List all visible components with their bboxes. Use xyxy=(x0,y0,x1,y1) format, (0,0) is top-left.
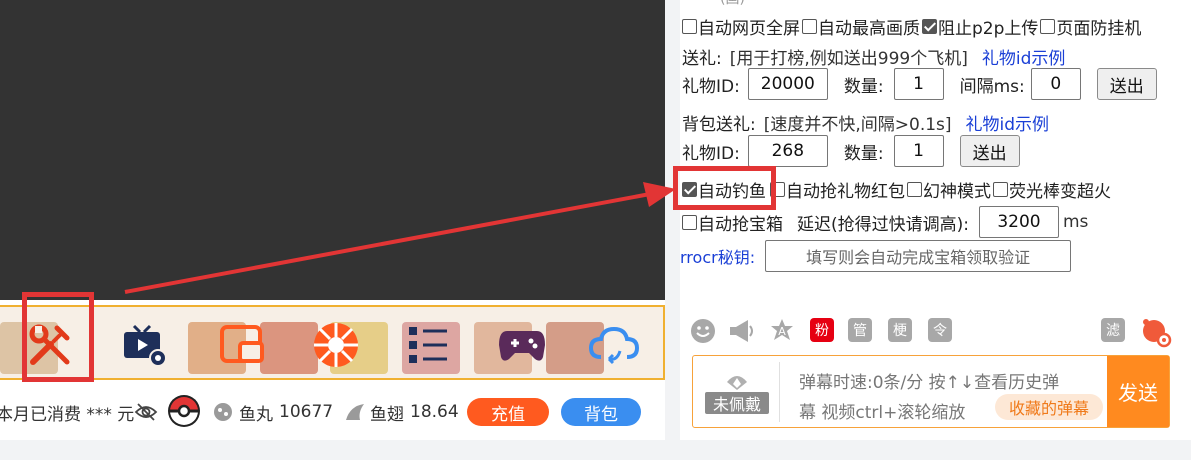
tool-strip xyxy=(0,305,665,380)
chat-hint-line-2: 幕 视频ctrl+滚轮缩放 xyxy=(799,403,966,423)
gift-qty-input[interactable]: 1 xyxy=(893,68,944,100)
rrocr-label: rrocr秘钥: xyxy=(680,248,756,267)
auto-treasure-label: 自动抢宝箱 xyxy=(698,214,783,235)
chat-divider xyxy=(779,362,780,422)
badge-label: 未佩戴 xyxy=(712,395,761,414)
treasure-delay-input[interactable]: 3200 xyxy=(979,206,1059,238)
gift-section-note: [用于打榜,例如送出999个飞机] xyxy=(729,49,968,69)
svg-text:A: A xyxy=(778,325,786,338)
command-button[interactable]: 令 xyxy=(928,318,952,342)
bag-gift-qty-input[interactable]: 1 xyxy=(893,135,944,167)
backpack-button[interactable]: 背包 xyxy=(561,398,641,426)
auto-fullscreen-checkbox[interactable] xyxy=(682,19,697,34)
anti-idle-label: 页面防挂机 xyxy=(1056,19,1142,39)
bag-gift-section-label: 背包送礼: xyxy=(682,115,756,135)
fan-badge-slot[interactable]: 未佩戴 xyxy=(701,372,773,416)
bag-gift-form-row: 礼物ID: 268 数量: 1 送出 xyxy=(682,135,1020,167)
lollipop-wheel-icon[interactable] xyxy=(306,317,366,373)
bag-gift-section-note: [速度并不快,间隔>0.1s] xyxy=(763,115,952,135)
gift-section-header: 送礼: [用于打榜,例如送出999个飞机] 礼物id示例 xyxy=(682,44,1065,69)
gift-interval-label: 间隔ms: xyxy=(959,76,1025,97)
manage-button[interactable]: 管 xyxy=(848,318,872,342)
gift-qty-label: 数量: xyxy=(843,76,884,97)
gift-id-example-link[interactable]: 礼物id示例 xyxy=(982,44,1066,69)
fishball-icon xyxy=(214,403,232,421)
rrocr-row: rrocr秘钥: 填写则会自动完成宝箱领取验证 xyxy=(680,240,1072,272)
treasure-delay-label: 延迟(抢得过快请调高): xyxy=(797,214,969,235)
video-player[interactable] xyxy=(0,0,665,300)
auto-treasure-checkbox[interactable] xyxy=(682,214,697,230)
bag-gift-send-button[interactable]: 送出 xyxy=(959,135,1020,167)
treasure-delay-unit: ms xyxy=(1063,212,1089,232)
bag-gift-id-example-link[interactable]: 礼物id示例 xyxy=(966,110,1050,135)
send-danmaku-button[interactable]: 发送 xyxy=(1107,356,1169,427)
fishfin-icon xyxy=(346,404,364,420)
megaphone-icon[interactable] xyxy=(728,318,756,348)
fishfin-label: 鱼翅 xyxy=(370,404,404,425)
chat-hint-line-1: 弹幕时速:0条/分 按↑↓查看历史弹 xyxy=(799,373,1060,393)
picture-in-picture-icon[interactable] xyxy=(212,317,272,373)
bag-gift-id-label: 礼物ID: xyxy=(682,143,740,164)
phantom-mode-label: 幻神模式 xyxy=(923,182,991,202)
level-badge-icon xyxy=(167,394,201,428)
fishball-value: 10677 xyxy=(279,402,334,422)
chat-tools-row: A 粉 管 梗 令 滤 xyxy=(690,318,1175,348)
gift-id-input[interactable]: 20000 xyxy=(747,68,828,100)
glowstick-superfire-label: 荧光棒变超火 xyxy=(1009,182,1111,202)
meme-button[interactable]: 梗 xyxy=(888,318,912,342)
tv-settings-icon[interactable] xyxy=(115,317,175,373)
monthly-spent-text: 本月已消费 *** 元 xyxy=(0,404,135,425)
danmaku-input-box[interactable]: 未佩戴 弹幕时速:0条/分 按↑↓查看历史弹 幕 视频ctrl+滚轮缩放 收藏的… xyxy=(692,355,1170,428)
anti-idle-checkbox[interactable] xyxy=(1040,19,1056,34)
filter-button[interactable]: 滤 xyxy=(1101,318,1125,342)
highlight-auto-fishing-box xyxy=(673,166,776,210)
eye-hidden-icon[interactable] xyxy=(134,402,158,422)
gift-form-row: 礼物ID: 20000 数量: 1 间隔ms: 0 送出 xyxy=(682,68,1157,100)
highlight-tool-box xyxy=(22,292,94,382)
top-partial-text: (国) xyxy=(720,0,745,8)
auto-quality-checkbox[interactable] xyxy=(802,19,817,34)
gamepad-icon[interactable] xyxy=(492,317,552,373)
auto-redpacket-label: 自动抢礼物红包 xyxy=(786,182,905,202)
fishfin-value: 18.64 xyxy=(410,402,459,422)
gift-section-label: 送礼: xyxy=(682,49,722,69)
rrocr-key-input[interactable]: 填写则会自动完成宝箱领取验证 xyxy=(765,240,1072,272)
phantom-mode-checkbox[interactable] xyxy=(907,182,922,197)
glowstick-superfire-checkbox[interactable] xyxy=(993,182,1008,197)
font-style-icon[interactable]: A xyxy=(769,318,795,348)
fishball-label: 鱼丸 xyxy=(239,404,273,425)
block-p2p-checkbox[interactable] xyxy=(922,19,937,34)
fire-effect-icon[interactable] xyxy=(1138,314,1172,352)
list-icon[interactable] xyxy=(398,317,458,373)
gift-interval-input[interactable]: 0 xyxy=(1030,68,1081,100)
gift-id-label: 礼物ID: xyxy=(682,76,740,97)
bag-gift-id-input[interactable]: 268 xyxy=(747,135,828,167)
fishfin-balance: 鱼翅 18.64 xyxy=(344,400,459,425)
favorite-danmaku-button[interactable]: 收藏的弹幕 xyxy=(995,394,1103,420)
cloud-sync-icon[interactable] xyxy=(584,317,644,373)
block-p2p-label: 阻止p2p上传 xyxy=(938,19,1039,39)
user-info-bar: 本月已消费 *** 元 鱼丸 10677 鱼翅 18.64 充值 背包 xyxy=(0,384,665,440)
options-row-1: 自动网页全屏 自动最高画质 阻止p2p上传 页面防挂机 xyxy=(682,14,1141,39)
fishball-balance: 鱼丸 10677 xyxy=(213,400,333,425)
fan-badge-button[interactable]: 粉 xyxy=(810,318,834,342)
page-root: 本月已消费 *** 元 鱼丸 10677 鱼翅 18.64 充值 背包 (国) … xyxy=(0,0,1191,460)
recharge-button[interactable]: 充值 xyxy=(467,398,549,426)
auto-fullscreen-label: 自动网页全屏 xyxy=(698,19,800,39)
treasure-row: 自动抢宝箱 延迟(抢得过快请调高): 3200 ms xyxy=(682,206,1088,238)
bag-gift-section-header: 背包送礼: [速度并不快,间隔>0.1s] 礼物id示例 xyxy=(682,110,1049,135)
gift-send-button[interactable]: 送出 xyxy=(1096,68,1157,100)
bag-gift-qty-label: 数量: xyxy=(843,143,884,164)
emoji-icon[interactable] xyxy=(690,318,716,348)
auto-quality-label: 自动最高画质 xyxy=(818,19,920,39)
